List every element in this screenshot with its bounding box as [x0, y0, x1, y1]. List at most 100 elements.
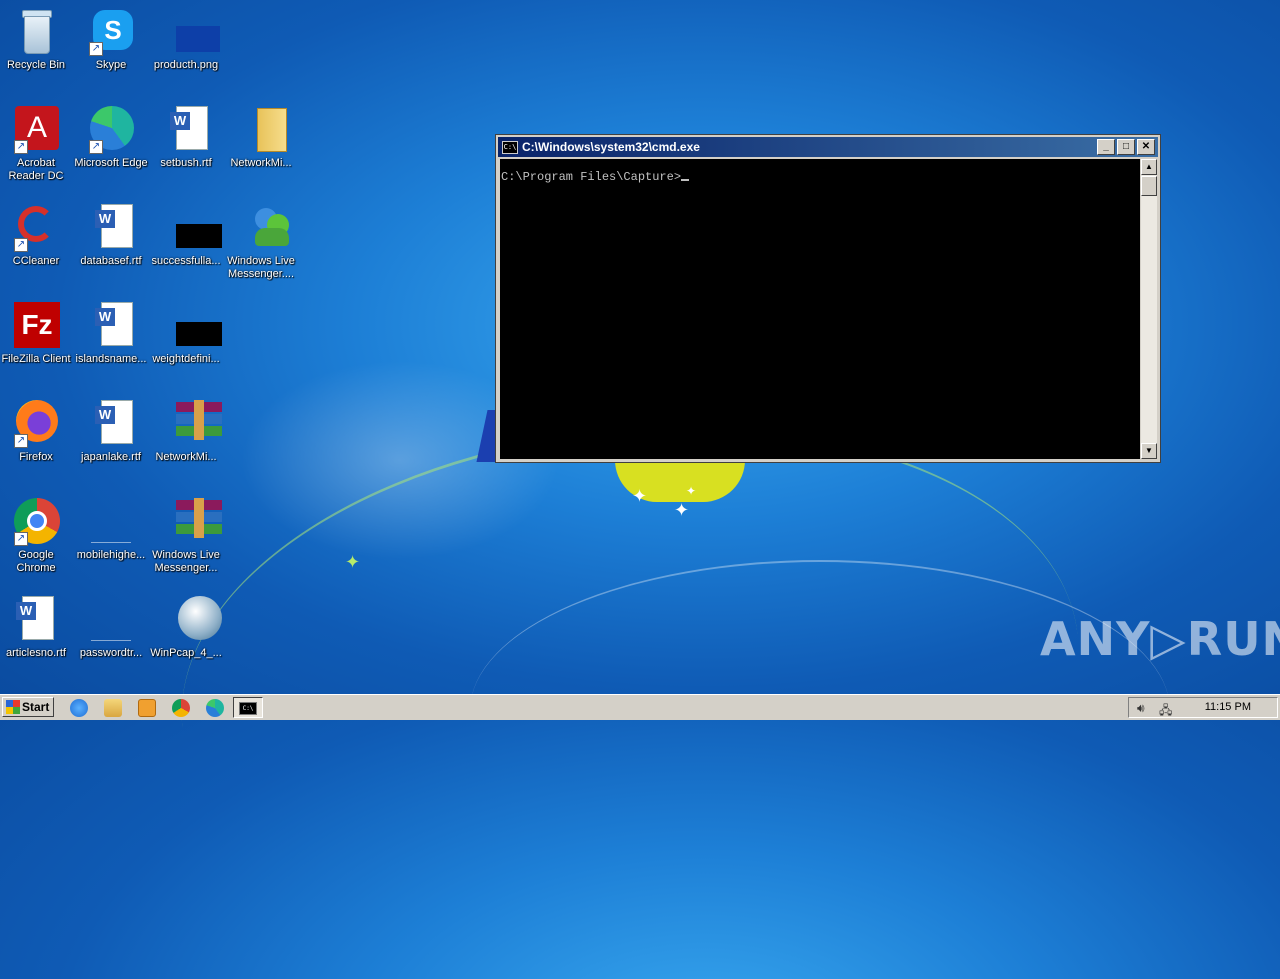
edge-icon[interactable] [206, 699, 224, 717]
desktop-icon-label: NetworkMi... [230, 157, 292, 169]
minimize-button[interactable]: _ [1097, 139, 1115, 155]
desktop-icon-networkmi-folder[interactable]: NetworkMi... [223, 106, 299, 170]
network-icon[interactable]: 🖧 [1159, 701, 1172, 722]
desktop-icon-recycle-bin[interactable]: Recycle Bin [0, 8, 74, 72]
system-tray: 🔊︎ 🖧 11:15 PM [1128, 697, 1278, 718]
desktop-icon-label: NetworkMi... [155, 451, 217, 463]
console-icon: C:\ [239, 702, 257, 715]
desktop-icon-japanlake[interactable]: W japanlake.rtf [73, 400, 149, 464]
desktop-icon-label: Recycle Bin [6, 59, 66, 71]
text-cursor [681, 179, 690, 181]
blank-file-icon [87, 596, 135, 644]
word-document-icon: W [12, 596, 60, 644]
desktop-icon-winpcap[interactable]: WinPcap_4_... [148, 596, 224, 660]
desktop-icon-label: passwordtr... [79, 647, 143, 659]
desktop-icon-label: databasef.rtf [80, 255, 142, 267]
filezilla-icon: Fz [12, 302, 60, 350]
taskbar-cmd-button[interactable]: C:\ [233, 697, 263, 718]
desktop-icon-ccleaner[interactable]: ↗ CCleaner [0, 204, 74, 268]
desktop-icon-mobilehighe[interactable]: mobilehighe... [73, 498, 149, 562]
desktop-icon-firefox[interactable]: ↗ Firefox [0, 400, 74, 464]
sparkle-icon: ✦ [686, 484, 697, 498]
start-button[interactable]: Start [2, 697, 54, 717]
desktop-icon-label: Skype [95, 59, 127, 71]
scroll-up-button[interactable]: ▲ [1141, 159, 1157, 175]
desktop-icon-articlesno[interactable]: W articlesno.rtf [0, 596, 74, 660]
desktop-icon-label: WinPcap_4_... [150, 647, 222, 659]
chrome-icon[interactable] [172, 699, 190, 717]
close-button[interactable]: ✕ [1137, 139, 1155, 155]
desktop-icon-setbush[interactable]: W setbush.rtf [148, 106, 224, 170]
console-icon: C:\ [502, 140, 518, 154]
desktop-icon-skype[interactable]: S ↗ Skype [73, 8, 149, 72]
desktop-icon-databasef[interactable]: W databasef.rtf [73, 204, 149, 268]
recycle-bin-icon [12, 8, 60, 56]
desktop-icon-filezilla[interactable]: Fz FileZilla Client [0, 302, 74, 366]
edge-icon: ↗ [87, 106, 135, 154]
desktop-icon-weightdefini[interactable]: weightdefini... [148, 302, 224, 366]
internet-explorer-icon[interactable] [70, 699, 88, 717]
word-document-icon: W [87, 302, 135, 350]
vertical-scrollbar[interactable]: ▲ ▼ [1141, 159, 1157, 459]
desktop-icon-islandsname[interactable]: W islandsname... [73, 302, 149, 366]
start-label: Start [22, 700, 50, 714]
desktop-icon-passwordtr[interactable]: passwordtr... [73, 596, 149, 660]
image-file-icon [162, 204, 222, 252]
maximize-button[interactable]: □ [1117, 139, 1135, 155]
acrobat-icon: A ↗ [12, 106, 60, 154]
desktop-icon-producth[interactable]: producth.png [148, 8, 224, 72]
desktop-icon-label: mobilehighe... [76, 549, 146, 561]
skype-icon: S ↗ [87, 8, 135, 56]
scroll-down-button[interactable]: ▼ [1141, 443, 1157, 459]
console-output[interactable]: C:\Program Files\Capture> [500, 159, 1140, 459]
messenger-icon [237, 204, 289, 252]
desktop-icon-label: Acrobat Reader DC [8, 157, 64, 182]
scroll-thumb[interactable] [1141, 176, 1157, 196]
file-explorer-icon[interactable] [104, 699, 122, 717]
cmd-window[interactable]: C:\ C:\Windows\system32\cmd.exe _ □ ✕ C:… [495, 134, 1161, 463]
chrome-icon: ↗ [12, 498, 60, 546]
desktop-icon-label: japanlake.rtf [81, 451, 141, 463]
desktop-icon-label: FileZilla Client [1, 353, 71, 365]
clock[interactable]: 11:15 PM [1205, 701, 1251, 713]
command-prompt: C:\Program Files\Capture> [501, 170, 682, 184]
sparkle-icon: ✦ [674, 500, 690, 520]
desktop-icon-label: Windows Live Messenger... [152, 549, 220, 574]
volume-icon[interactable]: 🔊︎ [1137, 701, 1145, 716]
desktop-icon-label: successfulla... [151, 255, 221, 267]
desktop-icon-label: islandsname... [75, 353, 147, 365]
word-document-icon: W [87, 400, 135, 448]
media-player-icon[interactable] [138, 699, 156, 717]
ccleaner-icon: ↗ [12, 204, 60, 252]
desktop-icon-chrome[interactable]: ↗ Google Chrome [0, 498, 74, 575]
sparkle-icon: ✦ [632, 486, 648, 506]
desktop-icon-successfulla[interactable]: successfulla... [148, 204, 224, 268]
desktop-icon-networkmi-archive[interactable]: NetworkMi... [148, 400, 224, 464]
window-title: C:\Windows\system32\cmd.exe [522, 140, 700, 154]
desktop-icon-windows-live-messenger[interactable]: Windows Live Messenger.... [223, 204, 299, 281]
desktop-icon-label: Microsoft Edge [74, 157, 148, 169]
word-document-icon: W [162, 106, 210, 154]
firefox-icon: ↗ [12, 400, 60, 448]
image-file-icon [162, 302, 222, 350]
blank-file-icon [87, 498, 135, 546]
desktop-icon-label: setbush.rtf [160, 157, 212, 169]
winrar-archive-icon [162, 498, 222, 546]
desktop-icon-label: Google Chrome [16, 549, 56, 574]
word-document-icon: W [87, 204, 135, 252]
image-file-icon [162, 8, 220, 56]
desktop-icon-acrobat[interactable]: A ↗ Acrobat Reader DC [0, 106, 74, 183]
desktop-icon-label: producth.png [153, 59, 219, 71]
taskbar: Start C:\ 🔊︎ 🖧 11:15 PM [0, 694, 1280, 720]
desktop-icon-label: weightdefini... [152, 353, 220, 365]
desktop-icon-label: Windows Live Messenger.... [227, 255, 295, 280]
desktop-icon-wlm-archive[interactable]: Windows Live Messenger... [148, 498, 224, 575]
desktop-icon-edge[interactable]: ↗ Microsoft Edge [73, 106, 149, 170]
desktop-icon-label: CCleaner [12, 255, 60, 267]
desktop-icon-label: articlesno.rtf [6, 647, 66, 659]
folder-icon [237, 106, 287, 154]
winrar-archive-icon [162, 400, 222, 448]
cmd-titlebar[interactable]: C:\ C:\Windows\system32\cmd.exe _ □ ✕ [498, 137, 1158, 157]
desktop-icon-label: Firefox [19, 451, 53, 463]
winpcap-icon [162, 596, 222, 644]
